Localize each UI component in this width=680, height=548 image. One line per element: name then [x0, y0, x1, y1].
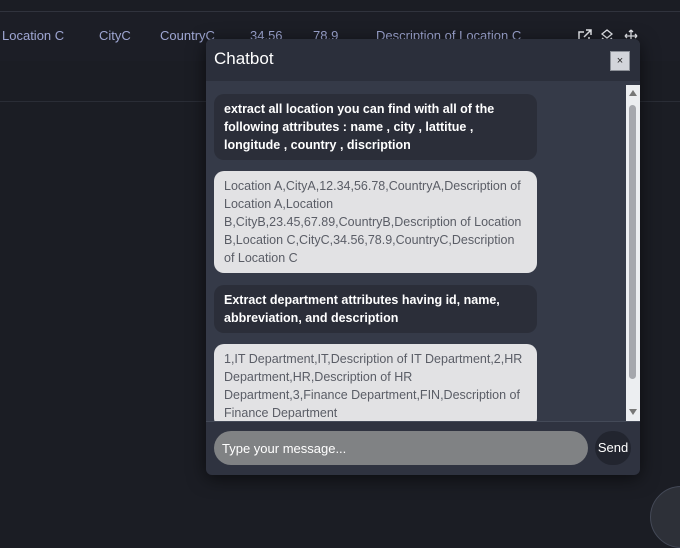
cell-name: Location C	[2, 28, 65, 43]
chat-input-area: Send	[206, 421, 640, 475]
bot-message: 1,IT Department,IT,Description of IT Dep…	[214, 344, 537, 421]
chat-launcher-button[interactable]	[650, 486, 680, 548]
bot-message: Location A,CityA,12.34,56.78,CountryA,De…	[214, 171, 537, 273]
scroll-thumb[interactable]	[629, 105, 636, 379]
message-scrollbar[interactable]	[626, 85, 640, 421]
scroll-down-arrow-icon[interactable]	[629, 409, 637, 415]
user-message: extract all location you can find with a…	[214, 94, 537, 160]
user-message: Extract department attributes having id,…	[214, 285, 537, 333]
message-list: extract all location you can find with a…	[206, 85, 640, 421]
send-button[interactable]: Send	[595, 431, 631, 465]
scroll-up-arrow-icon[interactable]	[629, 90, 637, 96]
chatbot-header: Chatbot ×	[206, 39, 640, 81]
message-input[interactable]	[214, 431, 588, 465]
chatbot-window: Chatbot × extract all location you can f…	[206, 39, 640, 475]
cell-city: CityC	[99, 28, 131, 43]
chatbot-title: Chatbot	[214, 49, 274, 68]
close-button[interactable]: ×	[610, 51, 630, 71]
